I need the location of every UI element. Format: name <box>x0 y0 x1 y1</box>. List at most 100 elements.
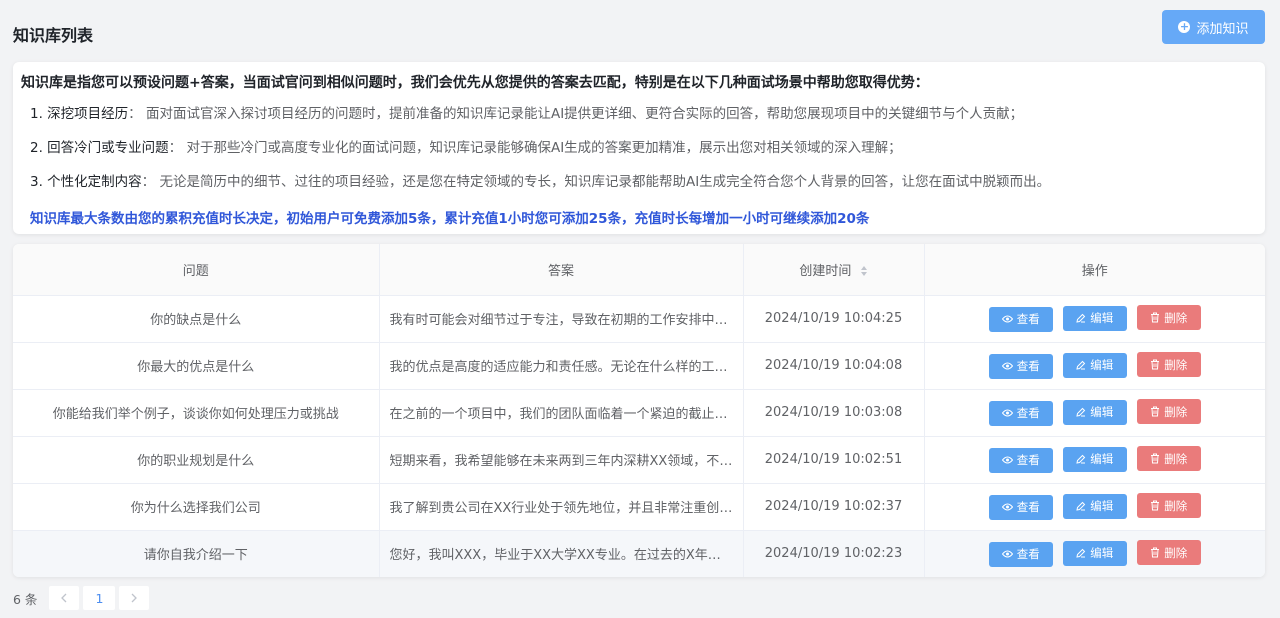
edit-icon <box>1076 314 1086 323</box>
cell-question: 请你自我介绍一下 <box>13 530 380 577</box>
col-answer: 答案 <box>379 244 744 296</box>
edit-button[interactable]: 编辑 <box>1062 305 1127 331</box>
cell-answer: 在之前的一个项目中，我们的团队面临着一个紧迫的截止日期… <box>379 389 744 437</box>
page-title: 知识库列表 <box>13 26 94 45</box>
add-knowledge-button[interactable]: + 添加知识 <box>1162 10 1265 44</box>
edit-button[interactable]: 编辑 <box>1062 540 1127 566</box>
cell-actions: 查看 编辑 删除 <box>924 483 1265 531</box>
table-header-row: 问题 答案 创建时间 操作 <box>13 244 1265 296</box>
edit-icon <box>1076 408 1086 417</box>
view-button[interactable]: 查看 <box>988 400 1053 426</box>
view-label: 查看 <box>1016 406 1040 421</box>
edit-icon <box>1076 549 1086 558</box>
edit-button[interactable]: 编辑 <box>1062 352 1127 378</box>
trash-icon <box>1151 547 1160 558</box>
table-row: 你能给我们举个例子，谈谈你如何处理压力或挑战 在之前的一个项目中，我们的团队面临着… <box>13 389 1265 437</box>
chevron-right-icon <box>131 593 138 603</box>
trash-icon <box>1151 312 1160 323</box>
cell-answer: 我有时可能会对细节过于专注，导致在初期的工作安排中花费… <box>379 295 744 343</box>
delete-label: 删除 <box>1164 310 1188 325</box>
cell-question: 你的职业规划是什么 <box>13 436 380 484</box>
view-label: 查看 <box>1016 359 1040 374</box>
cell-created-time: 2024/10/19 10:02:37 <box>743 483 925 531</box>
delete-label: 删除 <box>1164 545 1188 560</box>
table-row: 你为什么选择我们公司 我了解到贵公司在XX行业处于领先地位，并且非常注重创新… 20… <box>13 483 1265 531</box>
delete-label: 删除 <box>1164 451 1188 466</box>
cell-answer: 您好，我叫XXX，毕业于XX大学XX专业。在过去的X年中，… <box>379 530 744 577</box>
edit-label: 编辑 <box>1090 311 1114 326</box>
cell-created-time: 2024/10/19 10:04:25 <box>743 295 925 343</box>
edit-icon <box>1076 455 1086 464</box>
delete-button[interactable]: 删除 <box>1136 446 1201 472</box>
info-point-1: 1. 深挖项目经历： 面对面试官深入探讨项目经历的问题时，提前准备的知识库记录能… <box>30 106 1024 122</box>
eye-icon <box>1001 362 1013 370</box>
table-row: 请你自我介绍一下 您好，我叫XXX，毕业于XX大学XX专业。在过去的X年中，… 20… <box>13 530 1265 577</box>
delete-label: 删除 <box>1164 357 1188 372</box>
next-page-button[interactable] <box>119 586 150 610</box>
view-label: 查看 <box>1016 453 1040 468</box>
view-button[interactable]: 查看 <box>988 494 1053 520</box>
sort-icon[interactable] <box>860 265 868 277</box>
view-button[interactable]: 查看 <box>988 541 1053 567</box>
edit-icon <box>1076 361 1086 370</box>
pagination: 6 条 1 <box>13 586 150 610</box>
delete-label: 删除 <box>1164 498 1188 513</box>
cell-question: 你最大的优点是什么 <box>13 342 380 390</box>
info-card: 知识库是指您可以预设问题+答案，当面试官问到相似问题时，我们会优先从您提供的答案… <box>13 62 1265 234</box>
table-row: 你的缺点是什么 我有时可能会对细节过于专注，导致在初期的工作安排中花费… 2024/… <box>13 295 1265 343</box>
view-button[interactable]: 查看 <box>988 353 1053 379</box>
total-count: 6 条 <box>13 591 38 607</box>
trash-icon <box>1151 359 1160 370</box>
edit-label: 编辑 <box>1090 405 1114 420</box>
info-point-3: 3. 个性化定制内容： 无论是简历中的细节、过往的项目经验，还是您在特定领域的专… <box>30 174 1051 190</box>
cell-question: 你能给我们举个例子，谈谈你如何处理压力或挑战 <box>13 389 380 437</box>
cell-actions: 查看 编辑 删除 <box>924 530 1265 577</box>
info-point-text: 面对面试官深入探讨项目经历的问题时，提前准备的知识库记录能让AI提供更详细、更符… <box>145 106 1024 122</box>
delete-button[interactable]: 删除 <box>1136 540 1201 566</box>
info-point-title: 1. 深挖项目经历 <box>30 106 129 122</box>
col-created-time-label: 创建时间 <box>799 263 852 279</box>
cell-question: 你为什么选择我们公司 <box>13 483 380 531</box>
view-label: 查看 <box>1016 500 1040 515</box>
edit-label: 编辑 <box>1090 358 1114 373</box>
info-point-2: 2. 回答冷门或专业问题： 对于那些冷门或高度专业化的面试问题，知识库记录能够确… <box>30 140 902 156</box>
knowledge-table-card: 问题 答案 创建时间 操作 你的缺点是什么 我有时可能会对细节过于专注，导致在初期… <box>13 244 1265 577</box>
page-header: 知识库列表 + 添加知识 <box>0 0 1280 62</box>
eye-icon <box>1001 315 1013 323</box>
cell-actions: 查看 编辑 删除 <box>924 436 1265 484</box>
add-knowledge-label: 添加知识 <box>1196 21 1249 37</box>
edit-label: 编辑 <box>1090 499 1114 514</box>
edit-button[interactable]: 编辑 <box>1062 399 1127 425</box>
eye-icon <box>1001 456 1013 464</box>
view-label: 查看 <box>1016 312 1040 327</box>
view-button[interactable]: 查看 <box>988 447 1053 473</box>
plus-circle-icon: + <box>1178 20 1191 33</box>
trash-icon <box>1151 453 1160 464</box>
info-point-title: 2. 回答冷门或专业问题 <box>30 140 169 156</box>
cell-actions: 查看 编辑 删除 <box>924 389 1265 437</box>
edit-button[interactable]: 编辑 <box>1062 493 1127 519</box>
delete-button[interactable]: 删除 <box>1136 493 1201 519</box>
view-button[interactable]: 查看 <box>988 306 1053 332</box>
cell-created-time: 2024/10/19 10:02:23 <box>743 530 925 577</box>
edit-label: 编辑 <box>1090 546 1114 561</box>
delete-button[interactable]: 删除 <box>1136 399 1201 425</box>
cell-actions: 查看 编辑 删除 <box>924 295 1265 343</box>
prev-page-button[interactable] <box>49 586 80 610</box>
edit-button[interactable]: 编辑 <box>1062 446 1127 472</box>
cell-created-time: 2024/10/19 10:02:51 <box>743 436 925 484</box>
col-created-time[interactable]: 创建时间 <box>743 244 925 296</box>
info-point-text: 无论是简历中的细节、过往的项目经验，还是您在特定领域的专长，知识库记录都能帮助A… <box>159 174 1051 190</box>
cell-answer: 我的优点是高度的适应能力和责任感。无论在什么样的工作环… <box>379 342 744 390</box>
delete-button[interactable]: 删除 <box>1136 305 1201 331</box>
info-point-text: 对于那些冷门或高度专业化的面试问题，知识库记录能够确保AI生成的答案更加精准，展… <box>186 140 902 156</box>
cell-actions: 查看 编辑 删除 <box>924 342 1265 390</box>
cell-created-time: 2024/10/19 10:04:08 <box>743 342 925 390</box>
page-number-current[interactable]: 1 <box>83 586 116 610</box>
trash-icon <box>1151 500 1160 511</box>
delete-button[interactable]: 删除 <box>1136 352 1201 378</box>
table-row: 你最大的优点是什么 我的优点是高度的适应能力和责任感。无论在什么样的工作环… 202… <box>13 342 1265 390</box>
cell-question: 你的缺点是什么 <box>13 295 380 343</box>
edit-icon <box>1076 502 1086 511</box>
info-point-title: 3. 个性化定制内容 <box>30 174 142 190</box>
